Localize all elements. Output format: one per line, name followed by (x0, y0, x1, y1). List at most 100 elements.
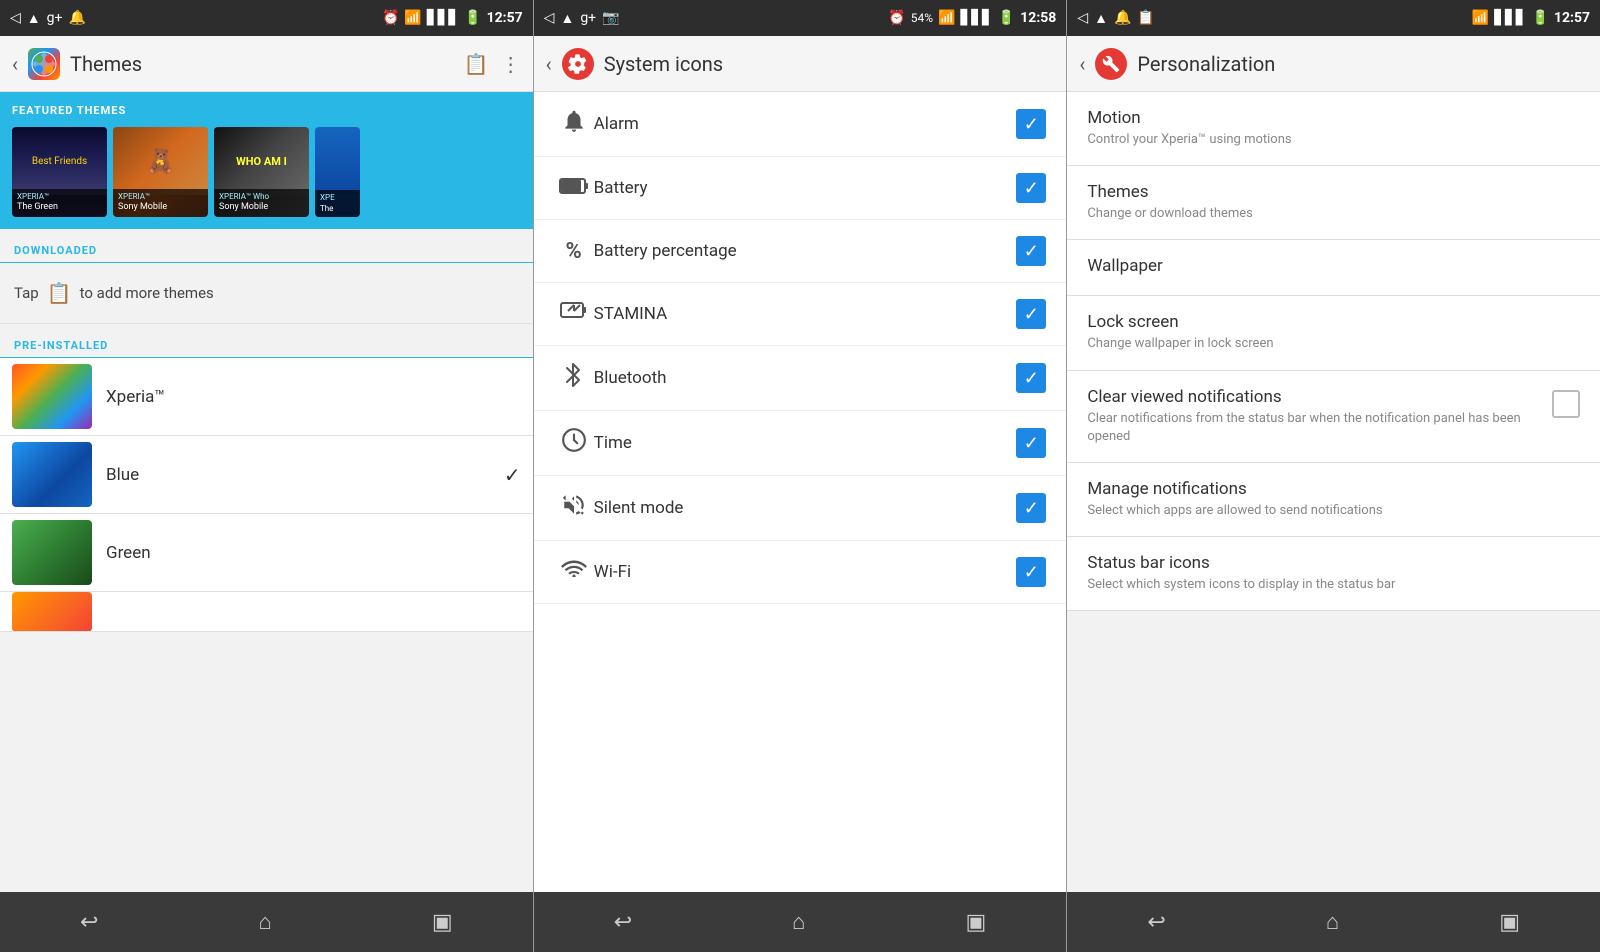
alarm-icon-2: ⏰ (888, 10, 905, 26)
wifi-icon-s (554, 558, 594, 586)
recent-nav-btn-3[interactable]: ▣ (1479, 902, 1540, 943)
downloaded-label: DOWNLOADED (14, 244, 97, 257)
battery-status-icon: 🔋 (464, 10, 481, 26)
copy-icon[interactable]: 📋 (464, 52, 489, 76)
back-icon: ◁ (10, 10, 21, 26)
back-button-person[interactable]: ‹ (1079, 52, 1085, 76)
battery-pct-2: 54% (911, 11, 933, 25)
featured-grid: Best Friends XPERIA™ The Green 🧸 XPERIA™… (12, 127, 521, 217)
back-nav-btn-3[interactable]: ↩ (1127, 902, 1185, 943)
featured-theme-1[interactable]: Best Friends XPERIA™ The Green (12, 127, 107, 217)
settings-item-time[interactable]: Time ✓ (534, 411, 1067, 476)
battery-pct-checkbox[interactable]: ✓ (1016, 236, 1046, 266)
back-nav-btn-1[interactable]: ↩ (60, 902, 118, 943)
clear-notifs-toggle[interactable] (1552, 390, 1580, 418)
clear-notifs-title: Clear viewed notifications (1087, 387, 1542, 407)
person-item-lockscreen[interactable]: Lock screen Change wallpaper in lock scr… (1067, 296, 1600, 370)
time-checkbox[interactable]: ✓ (1016, 428, 1046, 458)
notif-icon-3: 📋 (1137, 10, 1154, 26)
settings-icon-2 (562, 48, 594, 80)
settings-item-stamina[interactable]: STAMINA ✓ (534, 283, 1067, 346)
tap-icon: 📋 (47, 281, 72, 305)
wallpaper-title: Wallpaper (1087, 256, 1580, 276)
settings-item-battery[interactable]: Battery ✓ (534, 157, 1067, 220)
themes-app-icon (28, 48, 60, 80)
personalization-list: Motion Control your Xperia™ using motion… (1067, 92, 1600, 892)
theme-item-green[interactable]: Green (0, 514, 533, 592)
blue-check: ✓ (504, 463, 521, 487)
bluetooth-icon (554, 362, 594, 394)
alarm-checkbox[interactable]: ✓ (1016, 109, 1046, 139)
home-nav-btn-2[interactable]: ⌂ (772, 901, 825, 943)
app-title-themes: Themes (70, 52, 454, 76)
person-item-clear-notifs[interactable]: Clear viewed notifications Clear notific… (1067, 371, 1600, 463)
settings-item-bluetooth[interactable]: Bluetooth ✓ (534, 346, 1067, 411)
app-title-person: Personalization (1137, 52, 1588, 76)
theme-item-orange[interactable] (0, 592, 533, 632)
settings-item-wifi[interactable]: Wi-Fi ✓ (534, 541, 1067, 604)
stamina-icon (554, 301, 594, 327)
gplus-icon-3: 🔔 (1114, 10, 1131, 26)
theme-item-xperia[interactable]: Xperia™ (0, 358, 533, 436)
settings-item-silent[interactable]: Silent mode ✓ (534, 476, 1067, 541)
screen-personalization: ◁ ▲ 🔔 📋 📶 ▋▋▋ 🔋 12:57 ‹ Personalization (1067, 0, 1600, 952)
battery-icon-2: 🔋 (998, 10, 1015, 26)
bluetooth-checkbox[interactable]: ✓ (1016, 363, 1046, 393)
person-item-wallpaper[interactable]: Wallpaper (1067, 240, 1600, 296)
stamina-label: STAMINA (594, 304, 1017, 324)
silent-checkbox[interactable]: ✓ (1016, 493, 1046, 523)
status-icons-subtitle: Select which system icons to display in … (1087, 576, 1580, 594)
alarm-label: Alarm (594, 114, 1017, 134)
nav-bar-1: ↩ ⌂ ▣ (0, 892, 533, 952)
back-button-themes[interactable]: ‹ (12, 52, 18, 76)
manage-notifs-title: Manage notifications (1087, 479, 1580, 499)
battery-checkbox[interactable]: ✓ (1016, 173, 1046, 203)
theme-item-blue[interactable]: Blue ✓ (0, 436, 533, 514)
manage-notifs-subtitle: Select which apps are allowed to send no… (1087, 502, 1580, 520)
back-icon-3: ◁ (1077, 10, 1088, 26)
themes-content: FEATURED THEMES Best Friends XPERIA™ The… (0, 92, 533, 892)
signal-bars-2: ▋▋▋ (961, 10, 993, 26)
stamina-checkbox[interactable]: ✓ (1016, 299, 1046, 329)
featured-theme-3[interactable]: WHO AM I XPERIA™ Who Sony Mobile (214, 127, 309, 217)
settings-item-alarm[interactable]: Alarm ✓ (534, 92, 1067, 157)
battery-label: Battery (594, 178, 1017, 198)
back-nav-btn-2[interactable]: ↩ (594, 902, 652, 943)
gplus-icon: g+ (47, 10, 63, 26)
back-button-sysicons[interactable]: ‹ (546, 52, 552, 76)
more-options-icon[interactable]: ⋮ (501, 52, 521, 76)
blue-name: Blue (106, 465, 490, 485)
wifi-checkbox[interactable]: ✓ (1016, 557, 1046, 587)
home-nav-btn-3[interactable]: ⌂ (1306, 901, 1359, 943)
wifi-label: Wi-Fi (594, 562, 1017, 582)
silent-label: Silent mode (594, 498, 1017, 518)
silent-icon (554, 492, 594, 524)
person-item-status-icons[interactable]: Status bar icons Select which system ico… (1067, 537, 1600, 611)
featured-theme-2[interactable]: 🧸 XPERIA™ Sony Mobile (113, 127, 208, 217)
green-name: Green (106, 543, 521, 563)
signal-bars-3: ▋▋▋ (1494, 10, 1526, 26)
featured-section: FEATURED THEMES Best Friends XPERIA™ The… (0, 92, 533, 229)
alarm-icon (554, 108, 594, 140)
time-icon (554, 427, 594, 459)
person-item-themes[interactable]: Themes Change or download themes (1067, 166, 1600, 240)
battery-icon-3: 🔋 (1532, 10, 1549, 26)
wifi-signal-3: 📶 (1472, 10, 1489, 26)
status-time-1: 12:57 (487, 10, 523, 26)
bluetooth-label: Bluetooth (594, 368, 1017, 388)
notif-icon: 🔔 (68, 10, 85, 26)
tap-text: Tap (14, 284, 39, 302)
preinstalled-section: PRE-INSTALLED (0, 324, 533, 358)
wifi-icon-3: ▲ (1094, 10, 1108, 27)
clear-notifs-subtitle: Clear notifications from the status bar … (1087, 410, 1542, 446)
themes-p-subtitle: Change or download themes (1087, 205, 1580, 223)
person-item-manage-notifs[interactable]: Manage notifications Select which apps a… (1067, 463, 1600, 537)
featured-theme-4[interactable]: XPE The (315, 127, 360, 217)
tap-suffix: to add more themes (80, 284, 214, 302)
recent-nav-btn-1[interactable]: ▣ (412, 902, 473, 943)
gplus-icon-2: g+ (580, 10, 596, 26)
person-item-motion[interactable]: Motion Control your Xperia™ using motion… (1067, 92, 1600, 166)
home-nav-btn-1[interactable]: ⌂ (239, 901, 292, 943)
settings-item-battery-pct[interactable]: % Battery percentage ✓ (534, 220, 1067, 283)
recent-nav-btn-2[interactable]: ▣ (946, 902, 1007, 943)
